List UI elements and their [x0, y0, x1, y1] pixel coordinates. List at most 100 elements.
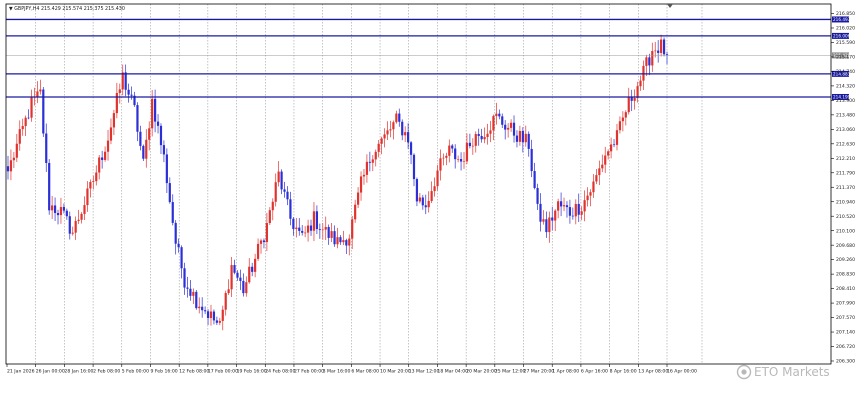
candle-body	[636, 86, 639, 98]
candle-body	[165, 154, 168, 184]
x-tick-label: 18 Mar 04:00	[437, 369, 468, 375]
y-tick-label: 206.300	[836, 359, 855, 365]
candle-body	[639, 80, 642, 87]
candle-body	[304, 232, 307, 234]
candle-body	[254, 258, 257, 272]
y-tick-label: 212.210	[836, 156, 855, 162]
candle-body	[27, 117, 30, 119]
candle-body	[98, 157, 101, 173]
candle-body	[586, 195, 589, 201]
candle-body	[351, 219, 354, 239]
chart-shift-marker-icon[interactable]	[667, 4, 673, 8]
candle-body	[218, 320, 221, 323]
candle-body	[298, 227, 301, 231]
candle-body	[530, 148, 533, 172]
candle-body	[227, 289, 230, 294]
candle-body	[106, 140, 110, 152]
candle-body	[427, 200, 430, 208]
x-tick-label: 19 Feb 16:00	[237, 369, 267, 375]
x-tick-label: 17 Feb 00:00	[208, 369, 238, 375]
candle-body	[377, 143, 380, 152]
candle-body	[142, 145, 145, 159]
candle-body	[24, 117, 27, 127]
candle-body	[271, 201, 274, 211]
y-tick-label: 215.170	[836, 55, 855, 61]
candle-body	[330, 231, 333, 238]
candle-body	[518, 130, 522, 142]
candle-body	[206, 311, 210, 319]
x-tick-label: 8 Apr 16:00	[610, 369, 637, 375]
candle-body	[327, 227, 330, 238]
candle-body	[18, 129, 21, 144]
candle-body	[501, 116, 504, 125]
candle-body	[139, 131, 142, 146]
y-tick-label: 212.630	[836, 141, 855, 147]
candle-body	[333, 231, 336, 245]
time-axis[interactable]: 21 Jan 2026 26 Jan 00:00 28 Jan 16:00 2 Feb…	[6, 364, 697, 375]
candle-body	[109, 127, 113, 141]
candle-body	[409, 142, 413, 155]
candle-body	[418, 197, 421, 202]
x-tick-label: 12 Feb 08:00	[179, 369, 209, 375]
price-axis[interactable]: 216.850 216.020 215.590 215.170 214.740 214.3…	[831, 11, 855, 365]
chart-window: 216.493 216.006 214.883 214.199 215.430 216…	[0, 0, 865, 403]
candle-body	[180, 247, 183, 269]
candle-body	[415, 179, 419, 202]
candle-body	[342, 240, 345, 243]
y-tick-label: 211.370	[836, 185, 855, 191]
candle-body	[162, 145, 166, 155]
candle-body	[583, 200, 586, 212]
candle-body	[259, 240, 263, 244]
candle-body	[507, 127, 510, 130]
candle-body	[312, 211, 316, 231]
candle-body	[15, 143, 18, 158]
candle-body	[398, 113, 401, 122]
candle-body	[483, 136, 486, 140]
y-tick-label: 210.100	[836, 228, 855, 234]
candle-body	[368, 161, 371, 163]
x-tick-label: 16 Apr 00:00	[667, 369, 697, 375]
candle-body	[280, 171, 283, 190]
candle-body	[421, 197, 424, 206]
candle-body	[212, 311, 216, 321]
candle-body	[59, 207, 63, 216]
candle-body	[171, 202, 174, 223]
candle-body	[136, 105, 139, 132]
svg-text:▼ GBPJPY,H4 215.429 215.574 21: ▼ GBPJPY,H4 215.429 215.574 215.375 215.…	[9, 6, 125, 12]
candle-body	[448, 145, 451, 156]
candle-body	[53, 205, 57, 214]
candle-body	[245, 282, 248, 294]
x-tick-label: 13 Mar 12:00	[409, 369, 440, 375]
candle-body	[224, 293, 227, 310]
candle-body	[268, 210, 271, 224]
candle-body	[124, 72, 127, 90]
candle-body	[589, 192, 592, 196]
y-tick-label: 208.410	[836, 286, 855, 292]
candle-body	[295, 227, 298, 229]
candle-body	[248, 266, 251, 283]
candle-body	[474, 133, 477, 146]
candle-body	[362, 174, 366, 177]
candle-body	[86, 188, 89, 206]
candle-body	[195, 291, 198, 309]
x-tick-label: 6 Mar 08:00	[351, 369, 379, 375]
candle-body	[336, 237, 339, 245]
candle-body	[168, 183, 171, 203]
candle-body	[286, 191, 289, 200]
candle-body	[562, 205, 566, 207]
candle-body	[201, 306, 204, 311]
candle-body	[383, 134, 386, 139]
y-tick-label: 207.570	[836, 315, 855, 321]
y-tick-label: 215.590	[836, 40, 855, 46]
candle-body	[504, 124, 507, 130]
candle-body	[492, 116, 495, 131]
candle-body	[633, 97, 636, 101]
candle-body	[554, 210, 557, 221]
candle-body	[277, 171, 280, 183]
x-tick-label: 2 Feb 08:00	[93, 369, 120, 375]
candle-body	[233, 265, 236, 273]
candle-body	[209, 311, 213, 319]
candle-body	[121, 72, 124, 90]
candle-body	[95, 172, 98, 182]
candle-body	[127, 89, 130, 95]
